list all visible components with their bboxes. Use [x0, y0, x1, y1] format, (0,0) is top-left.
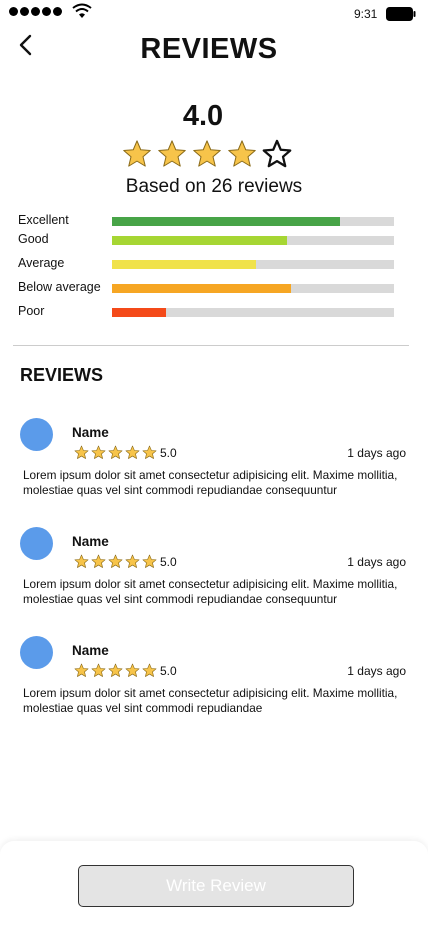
- breakdown-label: Excellent: [18, 213, 69, 227]
- breakdown-track: [112, 236, 394, 245]
- review-date: 1 days ago: [347, 555, 406, 569]
- review-stars: [74, 445, 157, 460]
- review-text: Lorem ipsum dolor sit amet consectetur a…: [23, 468, 398, 497]
- reviews-screen: 9:31 REVIEWS 4.0 Based on 26 reviews Exc…: [0, 0, 428, 926]
- star-filled-icon: [91, 445, 106, 459]
- star-filled-icon: [193, 140, 221, 167]
- star-filled-icon: [125, 663, 140, 677]
- star-filled-icon: [108, 663, 123, 677]
- breakdown-row: Below average: [18, 280, 398, 296]
- star-filled-icon: [91, 554, 106, 568]
- star-filled-icon: [91, 663, 106, 677]
- star-filled-icon: [142, 554, 157, 568]
- reviewer-name: Name: [72, 425, 109, 440]
- review-text: Lorem ipsum dolor sit amet consectetur a…: [23, 686, 398, 715]
- average-rating: 4.0: [182, 100, 224, 132]
- status-time: 9:31: [354, 7, 378, 21]
- breakdown-label: Poor: [18, 304, 45, 318]
- reviewer-name: Name: [72, 534, 109, 549]
- star-filled-icon: [125, 445, 140, 459]
- star-filled-icon: [125, 554, 140, 568]
- review-date: 1 days ago: [347, 446, 406, 460]
- star-filled-icon: [158, 140, 186, 167]
- page-title: REVIEWS: [140, 33, 278, 65]
- avatar: [20, 418, 53, 451]
- review-count: Based on 26 reviews: [125, 176, 303, 197]
- avatar: [20, 527, 53, 560]
- breakdown-bar: [112, 308, 166, 317]
- star-filled-icon: [142, 445, 157, 459]
- divider: [13, 345, 409, 346]
- review-score: 5.0: [160, 446, 177, 460]
- breakdown-label: Average: [18, 256, 65, 270]
- breakdown-row: Poor: [18, 304, 398, 320]
- star-filled-icon: [228, 140, 256, 167]
- breakdown-track: [112, 308, 394, 317]
- star-filled-icon: [74, 445, 89, 459]
- star-filled-icon: [108, 554, 123, 568]
- breakdown-track: [112, 217, 394, 226]
- review-stars: [74, 663, 157, 678]
- bottom-action-bar: Write Review: [0, 841, 428, 926]
- review-score: 5.0: [160, 555, 177, 569]
- breakdown-row: Average: [18, 256, 398, 272]
- breakdown-bar: [112, 217, 341, 226]
- reviewer-name: Name: [72, 643, 109, 658]
- breakdown-row: Excellent: [18, 213, 398, 229]
- review-date: 1 days ago: [347, 664, 406, 678]
- star-filled-icon: [123, 140, 151, 167]
- review-stars: [74, 554, 157, 569]
- breakdown-bar: [112, 284, 292, 293]
- breakdown-label: Good: [18, 232, 49, 246]
- avatar: [20, 636, 53, 669]
- breakdown-track: [112, 284, 394, 293]
- wifi-icon: [72, 3, 92, 18]
- star-filled-icon: [108, 445, 123, 459]
- write-review-button[interactable]: Write Review: [78, 865, 354, 907]
- status-bar: 9:31: [0, 0, 428, 30]
- signal-icon: [9, 7, 62, 16]
- breakdown-label: Below average: [18, 280, 101, 294]
- star-filled-icon: [74, 663, 89, 677]
- rating-stars: [122, 139, 292, 169]
- battery-icon: [386, 7, 416, 21]
- breakdown-track: [112, 260, 394, 269]
- star-empty-icon: [262, 139, 292, 168]
- review-score: 5.0: [160, 664, 177, 678]
- review-text: Lorem ipsum dolor sit amet consectetur a…: [23, 577, 398, 606]
- breakdown-bar: [112, 260, 256, 269]
- breakdown-row: Good: [18, 232, 398, 248]
- reviews-section-title: REVIEWS: [20, 365, 104, 385]
- star-filled-icon: [74, 554, 89, 568]
- star-filled-icon: [142, 663, 157, 677]
- breakdown-bar: [112, 236, 287, 245]
